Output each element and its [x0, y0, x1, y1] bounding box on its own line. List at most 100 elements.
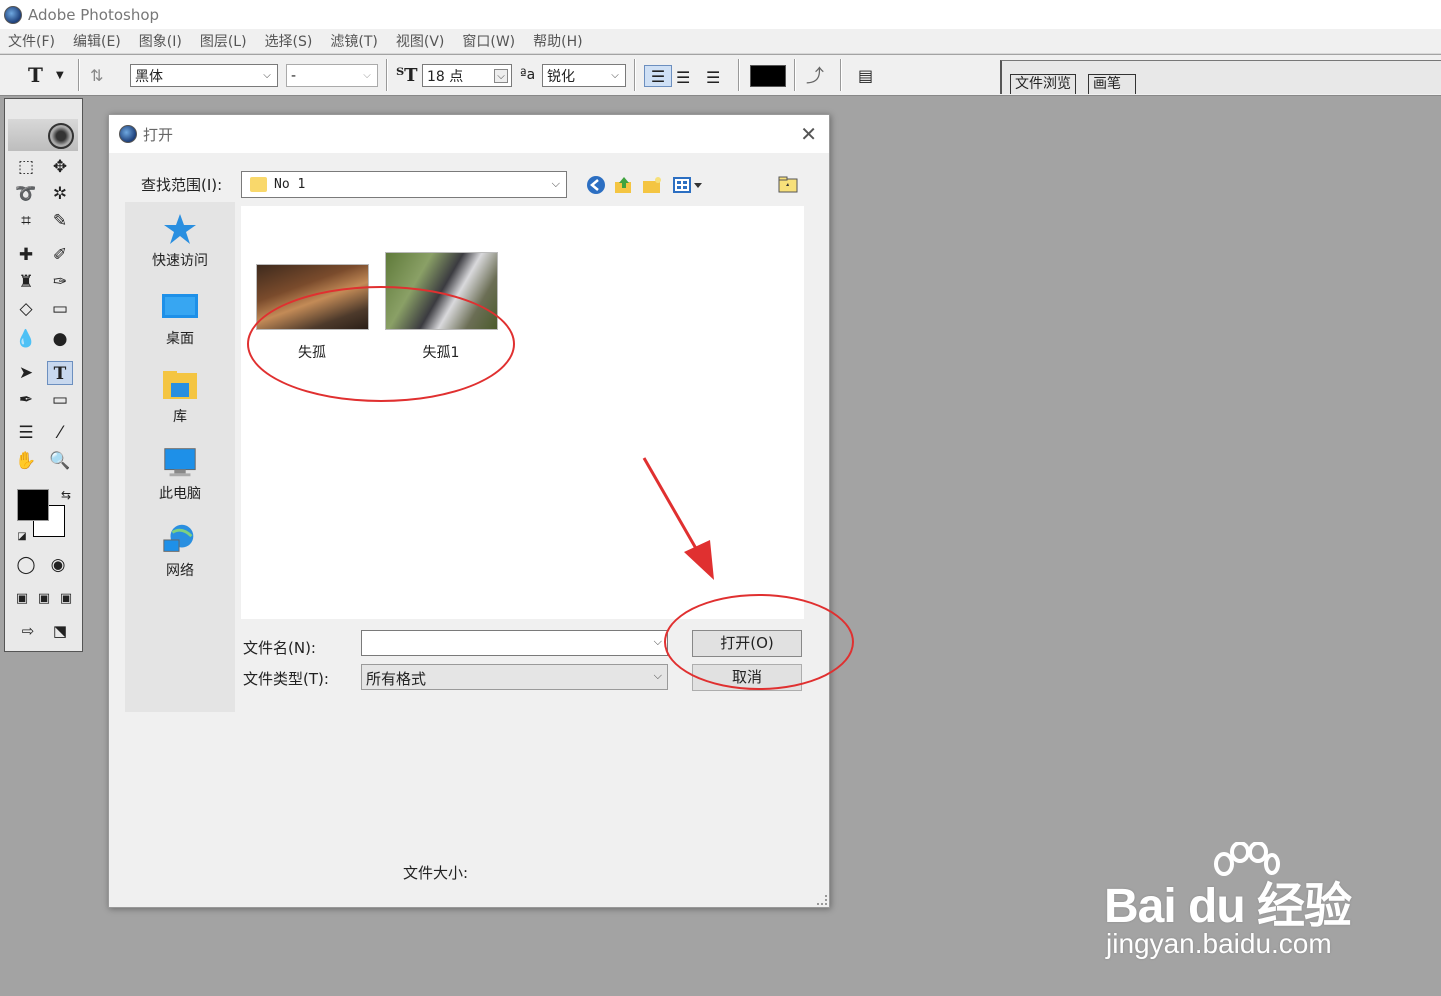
align-left-icon[interactable]: ☰: [644, 65, 672, 87]
place-label: 库: [173, 409, 187, 425]
eraser-tool-icon[interactable]: ◇: [13, 297, 39, 321]
align-center-icon[interactable]: ☰: [676, 65, 690, 89]
back-icon[interactable]: [585, 175, 607, 195]
font-style-value: -: [291, 67, 297, 84]
notes-tool-icon[interactable]: ☰: [13, 421, 39, 445]
jump-to-imageready-icon[interactable]: ⇨: [15, 619, 41, 643]
file-type-value: 所有格式: [366, 670, 427, 688]
text-color-swatch[interactable]: [750, 65, 786, 87]
annotation-arrow: [642, 457, 714, 580]
antialias-select[interactable]: 锐化 ⌵: [542, 64, 626, 87]
menu-file[interactable]: 文件(F): [8, 31, 55, 51]
slice-tool-icon[interactable]: ✎: [47, 209, 73, 233]
file-size-label: 文件大小:: [403, 864, 469, 882]
menu-edit[interactable]: 编辑(E): [73, 31, 121, 51]
eyedropper-icon[interactable]: ⁄: [47, 421, 73, 445]
type-tool-preset-icon[interactable]: T: [28, 63, 43, 87]
place-label: 网络: [166, 563, 194, 579]
antialias-icon: ªa: [520, 67, 536, 83]
computer-icon: [161, 445, 199, 479]
toolbox: ⬚ ✥ ➰ ✲ ⌗ ✎ ✚ ✐ ♜ ✑ ◇ ▭ 💧 ● ➤ T ✒ ▭ ☰ ⁄ …: [4, 98, 83, 652]
align-right-icon[interactable]: ☰: [706, 65, 720, 89]
move-tool-icon[interactable]: ✥: [47, 155, 73, 179]
default-colors-icon[interactable]: ◪: [9, 525, 35, 549]
place-libraries[interactable]: 库: [125, 368, 235, 426]
file-name-label: 文件名(N):: [243, 639, 316, 657]
place-label: 桌面: [166, 331, 194, 347]
screen-mode-full-icon[interactable]: ▣: [53, 587, 79, 611]
desktop-folder-icon[interactable]: [777, 175, 799, 195]
dialog-title: 打开: [143, 126, 174, 144]
close-icon[interactable]: ✕: [800, 122, 817, 146]
place-this-pc[interactable]: 此电脑: [125, 445, 235, 503]
quick-mask-icon[interactable]: ◉: [45, 553, 71, 577]
menu-view[interactable]: 视图(V): [396, 31, 445, 51]
zoom-tool-icon[interactable]: 🔍: [47, 449, 73, 473]
dodge-tool-icon[interactable]: ●: [47, 327, 73, 351]
adobe-eye-icon: [48, 123, 74, 149]
magic-wand-icon[interactable]: ✲: [47, 182, 73, 206]
font-size-value: 18 点: [427, 68, 464, 85]
dialog-titlebar: 打开 ✕: [109, 115, 829, 153]
separator: [386, 59, 388, 91]
place-desktop[interactable]: 桌面: [125, 290, 235, 348]
resize-grip-icon[interactable]: [817, 895, 827, 905]
menu-help[interactable]: 帮助(H): [533, 31, 582, 51]
text-orientation-icon[interactable]: ⇅: [90, 63, 103, 87]
healing-brush-icon[interactable]: ✚: [13, 243, 39, 267]
chevron-down-icon: ⌵: [551, 177, 560, 190]
preset-dropdown-icon[interactable]: ▼: [56, 63, 64, 87]
lasso-tool-icon[interactable]: ➰: [13, 182, 39, 206]
gradient-tool-icon[interactable]: ▭: [47, 297, 73, 321]
chevron-down-icon[interactable]: ⌵: [654, 635, 662, 649]
menu-window[interactable]: 窗口(W): [462, 31, 515, 51]
watermark-url: jingyan.baidu.com: [1106, 928, 1332, 959]
pen-tool-icon[interactable]: ✒: [13, 388, 39, 412]
file-type-select[interactable]: 所有格式 ⌵: [361, 664, 668, 690]
standard-mode-icon[interactable]: ◯: [13, 553, 39, 577]
blur-tool-icon[interactable]: 💧: [13, 327, 39, 351]
menu-filter[interactable]: 滤镜(T): [330, 31, 377, 51]
separator: [738, 59, 740, 91]
up-folder-icon[interactable]: [613, 175, 635, 195]
font-style-select[interactable]: - ⌵: [286, 64, 378, 87]
jump-to-app-icon[interactable]: ⬔: [47, 619, 73, 643]
hand-tool-icon[interactable]: ✋: [13, 449, 39, 473]
file-type-label: 文件类型(T):: [243, 670, 329, 688]
toolbox-header[interactable]: [8, 119, 78, 151]
brush-tool-icon[interactable]: ✐: [47, 243, 73, 267]
network-icon: [161, 522, 199, 556]
clone-stamp-icon[interactable]: ♜: [13, 270, 39, 294]
separator: [78, 59, 80, 91]
font-size-select[interactable]: 18 点 ⌵: [422, 64, 512, 87]
palettes-toggle-icon[interactable]: ▤: [858, 63, 873, 87]
new-folder-icon[interactable]: [641, 175, 663, 195]
font-family-select[interactable]: 黑体 ⌵: [130, 64, 278, 87]
view-menu-icon[interactable]: [671, 175, 707, 195]
marquee-tool-icon[interactable]: ⬚: [13, 155, 39, 179]
type-tool-icon[interactable]: T: [47, 361, 73, 385]
path-select-icon[interactable]: ➤: [13, 361, 39, 385]
menu-image[interactable]: 图象(I): [139, 31, 182, 51]
menu-select[interactable]: 选择(S): [265, 31, 313, 51]
tab-file-browser[interactable]: 文件浏览: [1010, 74, 1076, 94]
file-name-input[interactable]: ⌵: [361, 630, 668, 656]
menubar: 文件(F) 编辑(E) 图象(I) 图层(L) 选择(S) 滤镜(T) 视图(V…: [0, 29, 1441, 54]
history-brush-icon[interactable]: ✑: [47, 270, 73, 294]
folder-icon: [250, 177, 267, 192]
library-icon: [161, 368, 199, 402]
font-size-icon: ᵀT: [396, 64, 418, 86]
baidu-jingyan-watermark: Bai du 经验 jingyan.baidu.com: [1100, 842, 1370, 972]
look-in-select[interactable]: No 1 ⌵: [241, 171, 567, 198]
tab-brushes[interactable]: 画笔: [1088, 74, 1136, 94]
watermark-logo: Bai du 经验: [1104, 880, 1352, 933]
warp-text-icon[interactable]: ⤴: [806, 63, 824, 87]
place-network[interactable]: 网络: [125, 522, 235, 580]
crop-tool-icon[interactable]: ⌗: [13, 209, 39, 233]
place-quick-access[interactable]: 快速访问: [125, 212, 235, 270]
shape-tool-icon[interactable]: ▭: [47, 388, 73, 412]
annotation-circle: [664, 594, 854, 690]
foreground-color-swatch[interactable]: [17, 489, 49, 521]
menu-layer[interactable]: 图层(L): [200, 31, 247, 51]
swap-colors-icon[interactable]: ⇆: [53, 483, 79, 507]
